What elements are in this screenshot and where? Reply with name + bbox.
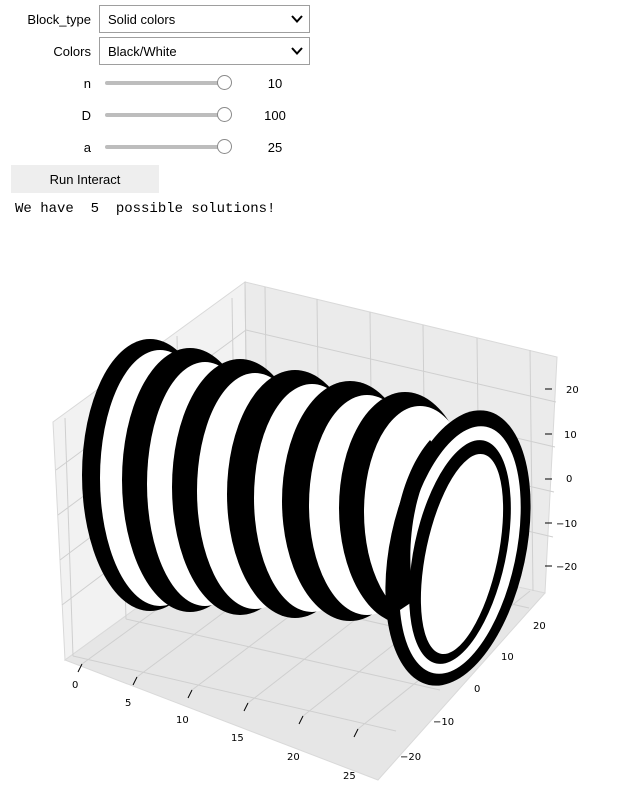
- y-tick-2: 0: [474, 684, 480, 695]
- block-type-label: Block_type: [27, 12, 91, 27]
- z-tick-4: −20: [556, 562, 577, 573]
- x-tick-5: 25: [343, 771, 356, 782]
- slider-d-label: D: [81, 108, 91, 123]
- slider-a-label: a: [83, 140, 91, 155]
- x-tick-4: 20: [287, 752, 300, 763]
- colors-value: Black/White: [108, 43, 177, 59]
- output-message: We have 5 possible solutions!: [15, 201, 276, 217]
- y-tick-4: −20: [400, 752, 421, 763]
- slider-d-handle[interactable]: [217, 107, 232, 122]
- x-tick-2: 10: [176, 715, 189, 726]
- slider-d-track[interactable]: [105, 113, 230, 117]
- y-tick-3: −10: [433, 717, 454, 728]
- slider-a-handle[interactable]: [217, 139, 232, 154]
- slider-a-value[interactable]: 25: [255, 140, 295, 155]
- y-tick-1: 10: [501, 652, 514, 663]
- x-tick-0: 0: [72, 680, 78, 691]
- z-tick-3: −10: [556, 519, 577, 530]
- slider-n-label: n: [83, 76, 91, 91]
- slider-n-track[interactable]: [105, 81, 230, 85]
- z-tick-0: 20: [566, 385, 579, 396]
- plot-3d: 0 5 10 15 20 25 20 10 0 −10 −20 20 10 0 …: [52, 281, 579, 782]
- x-tick-1: 5: [125, 698, 131, 709]
- chevron-down-icon: [291, 47, 303, 55]
- slider-d-value[interactable]: 100: [255, 108, 295, 123]
- chevron-down-icon: [291, 15, 303, 23]
- slider-n-value[interactable]: 10: [255, 76, 295, 91]
- block-type-select[interactable]: Solid colors: [99, 5, 310, 33]
- slider-a-track[interactable]: [105, 145, 230, 149]
- run-interact-button[interactable]: Run Interact: [11, 165, 159, 193]
- y-tick-0: 20: [533, 621, 546, 632]
- x-tick-3: 15: [231, 733, 244, 744]
- slider-n-handle[interactable]: [217, 75, 232, 90]
- block-type-value: Solid colors: [108, 11, 176, 27]
- colors-select[interactable]: Black/White: [99, 37, 310, 65]
- z-tick-2: 0: [566, 474, 572, 485]
- z-tick-1: 10: [564, 430, 577, 441]
- z-axis-ticks: 20 10 0 −10 −20: [556, 385, 579, 573]
- colors-label: Colors: [53, 44, 91, 59]
